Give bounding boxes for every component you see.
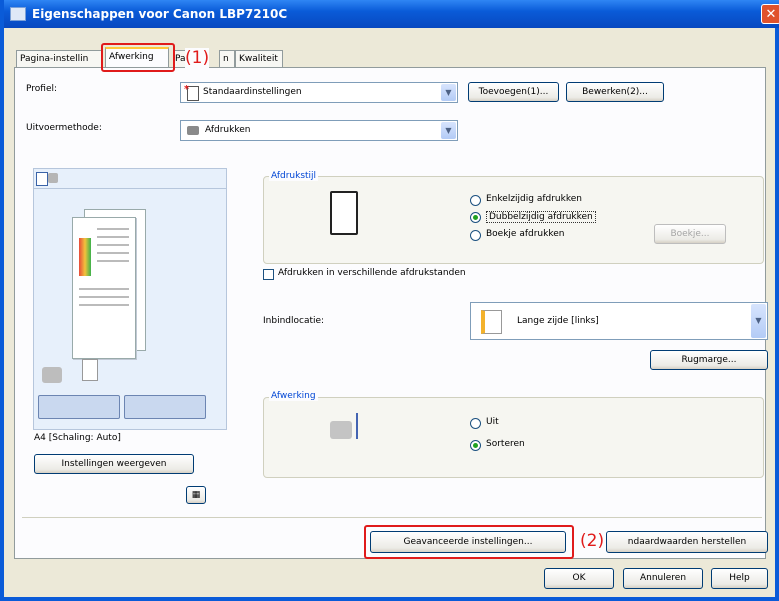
profile-value: Standaardinstellingen (203, 87, 302, 97)
print-style-title: Afdrukstijl (269, 171, 319, 181)
tab-hidden[interactable]: n (219, 50, 235, 67)
output-method-label: Uitvoermethode: (26, 123, 102, 133)
preview-text-line (97, 228, 129, 230)
layout-button[interactable] (124, 395, 206, 419)
gutter-button[interactable]: Rugmarge... (650, 350, 768, 370)
output-method-select[interactable]: Afdrukken ▼ (180, 120, 458, 141)
two-sided-label: Dubbelzijdig afdrukken (486, 211, 596, 223)
collate-icon (330, 421, 352, 439)
collate-label: Sorteren (486, 439, 525, 449)
booklet-radio[interactable] (470, 230, 481, 241)
page-view-icon[interactable] (36, 172, 48, 186)
title-bar: Eigenschappen voor Canon LBP7210C ✕ (4, 0, 779, 28)
paper-stack-icon (82, 359, 98, 381)
booklet-button[interactable]: Boekje... (654, 224, 726, 244)
binding-location-select[interactable]: Lange zijde [links] ▼ (470, 302, 768, 340)
show-settings-button[interactable]: Instellingen weergeven (34, 454, 194, 474)
ok-button[interactable]: OK (544, 568, 614, 589)
printer-info-button[interactable]: ▦ (186, 486, 206, 504)
preview-text-line (97, 244, 129, 246)
preview-text-line (97, 252, 129, 254)
preview-header (33, 168, 227, 189)
highlight-advanced (364, 525, 574, 559)
mixed-orientation-checkbox[interactable] (263, 269, 274, 280)
preview-text-line (97, 236, 129, 238)
profile-select[interactable]: * Standaardinstellingen ▼ (180, 82, 458, 103)
printer-status-icon (42, 367, 62, 383)
tab-quality[interactable]: Kwaliteit (235, 50, 283, 67)
binding-icon (481, 310, 502, 334)
preview-text-line (79, 288, 129, 290)
close-button[interactable]: ✕ (761, 4, 779, 24)
print-icon (187, 126, 199, 135)
one-sided-label: Enkelzijdig afdrukken (486, 194, 582, 204)
restore-defaults-button[interactable]: ndaardwaarden herstellen (606, 531, 768, 553)
booklet-label: Boekje afdrukken (486, 229, 565, 239)
orientation-button[interactable] (38, 395, 120, 419)
cancel-button[interactable]: Annuleren (623, 568, 703, 589)
chevron-down-icon: ▼ (751, 304, 766, 338)
finishing-off-radio[interactable] (470, 418, 481, 429)
callout-2: (2) (580, 531, 605, 551)
separator (22, 517, 762, 518)
printer-icon (10, 7, 26, 21)
preview-text-line (79, 304, 129, 306)
mixed-orientation-label: Afdrukken in verschillende afdrukstanden (278, 268, 466, 278)
collate-radio[interactable] (470, 440, 481, 451)
edit-profile-button[interactable]: Bewerken(2)... (566, 82, 664, 102)
preview-text-line (79, 296, 129, 298)
help-button[interactable]: Help (711, 568, 768, 589)
preview-page-front (72, 217, 136, 359)
duplex-icon (330, 191, 358, 235)
highlight-tab (101, 43, 175, 72)
callout-1: (1) (185, 48, 210, 68)
window-title: Eigenschappen voor Canon LBP7210C (32, 7, 288, 21)
preview-image (79, 238, 91, 276)
one-sided-radio[interactable] (470, 195, 481, 206)
finishing-title: Afwerking (269, 391, 318, 401)
preview-caption: A4 [Schaling: Auto] (34, 433, 121, 443)
two-sided-radio[interactable] (470, 212, 481, 223)
profile-label: Profiel: (26, 84, 58, 94)
profile-modified-mark: * (184, 84, 190, 95)
page-preview (33, 188, 227, 430)
output-method-value: Afdrukken (205, 125, 251, 135)
add-profile-button[interactable]: Toevoegen(1)... (468, 82, 559, 102)
collate-marker (356, 413, 358, 439)
printer-view-icon[interactable] (48, 173, 58, 183)
chevron-down-icon: ▼ (441, 122, 456, 139)
binding-location-value: Lange zijde [links] (517, 316, 599, 326)
finishing-off-label: Uit (486, 417, 499, 427)
binding-location-label: Inbindlocatie: (263, 316, 325, 326)
preview-text-line (97, 260, 129, 262)
chevron-down-icon: ▼ (441, 84, 456, 101)
tab-page-setup[interactable]: Pagina-instellin (16, 50, 102, 67)
